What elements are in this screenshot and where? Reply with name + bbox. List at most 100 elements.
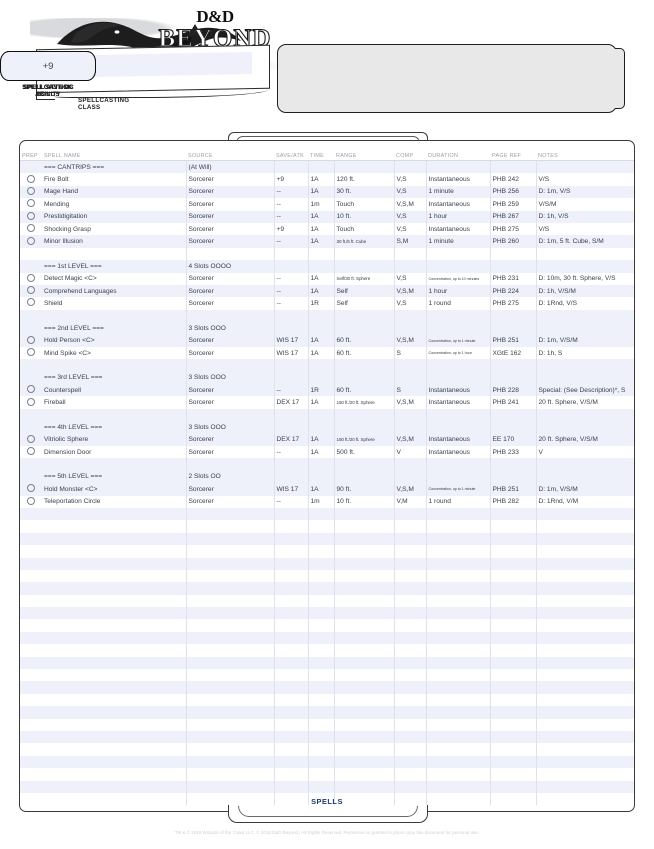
spell-row[interactable]: Counterspell Sorcerer -- 1R 60 ft. S Instantan… [20,384,634,397]
spell-empty-row[interactable] [20,755,634,769]
prep-checkbox-icon[interactable] [27,434,35,443]
save-cell [274,160,309,174]
spell-empty-row[interactable] [20,607,634,620]
empty-cell [42,557,187,570]
spell-row[interactable]: Prestidigitation Sorcerer -- 1A 10 ft. V,S 1 h… [20,210,634,223]
empty-cell [334,743,395,756]
prep-cell[interactable] [20,284,42,298]
spell-row[interactable]: Hold Person <C> Sorcerer WIS 17 1A 60 ft. V,S… [20,334,634,347]
notes-cell [536,160,634,174]
spell-empty-row[interactable] [20,706,634,719]
spell-row[interactable]: Fire Bolt Sorcerer +9 1A 120 ft. V,S Instantan… [20,173,634,186]
prep-checkbox-icon[interactable] [27,199,35,208]
spell-row[interactable]: Dimension Door Sorcerer -- 1A 500 ft. V Instan… [20,445,634,459]
spell-row[interactable]: Fireball Sorcerer DEX 17 1A 150 ft./20 ft. S… [20,396,634,409]
spell-empty-row[interactable] [20,730,634,744]
source-cell: Sorcerer [186,297,275,310]
spell-empty-row[interactable] [20,545,634,558]
prep-cell[interactable] [20,235,42,248]
empty-cell [186,706,275,719]
spell-row[interactable]: Shield Sorcerer -- 1R Self V,S 1 round PHB 275 D… [20,297,634,310]
spell-empty-row[interactable] [20,557,634,570]
spell-row[interactable]: Mind Spike <C> Sorcerer WIS 17 1A 60 ft. S Con… [20,346,634,360]
prep-cell[interactable] [20,396,42,408]
spell-row[interactable]: Minor Illusion Sorcerer -- 1A 30 ft./5 ft. C… [20,235,634,248]
spell-row[interactable]: Comprehend Languages Sorcerer -- 1A Self V,S,… [20,284,634,298]
prep-cell[interactable] [20,198,42,210]
time-cell: 1R [308,384,335,397]
spell-empty-row[interactable] [20,681,634,694]
spell-empty-row[interactable] [20,520,634,533]
prep-checkbox-icon[interactable] [27,496,35,505]
spell-empty-row[interactable] [20,619,634,632]
spell-attack-bonus-value[interactable]: +9 [0,51,96,81]
prep-checkbox-icon[interactable] [27,298,35,307]
prep-checkbox-icon[interactable] [27,236,35,245]
prep-checkbox-icon[interactable] [27,447,35,456]
spell-row[interactable]: Detect Magic <C> Sorcerer -- 1A Self/30 ft. … [20,272,634,285]
spell-row[interactable]: Mage Hand Sorcerer -- 1A 30 ft. V,S 1 minute PH… [20,185,634,199]
empty-cell [274,607,309,620]
prep-checkbox-icon[interactable] [27,273,35,282]
spell-empty-row[interactable] [20,718,634,731]
spell-section-row: === 3rd LEVEL === 3 Slots OOO [20,371,634,385]
time-cell [308,408,335,422]
spell-empty-row[interactable] [20,656,634,670]
spell-row[interactable]: Shocking Grasp Sorcerer +9 1A Touch V,S Instan… [20,222,634,236]
stat-spell-attack-bonus: +9 SPELL ATTACK BONUS [0,51,96,98]
source-cell: Sorcerer [186,198,275,211]
empty-cell [334,656,395,670]
spell-name-cell: Hold Monster <C> [42,483,187,496]
empty-cell [490,545,537,558]
prep-checkbox-icon[interactable] [27,174,35,183]
spell-empty-row[interactable] [20,780,634,793]
spell-empty-row[interactable] [20,631,634,645]
spell-empty-row[interactable] [20,507,634,521]
spell-empty-row[interactable] [20,693,634,707]
comp-cell: V,S [394,185,427,199]
prep-cell[interactable] [20,210,42,223]
duration-cell: 1 round [426,495,491,508]
prep-cell[interactable] [20,496,42,508]
prep-checkbox-icon[interactable] [27,335,35,344]
prep-checkbox-icon[interactable] [27,186,35,195]
prep-cell[interactable] [20,483,42,496]
spell-row[interactable]: Hold Monster <C> Sorcerer WIS 17 1A 90 ft. V,… [20,483,634,496]
spell-row[interactable]: Vitriolic Sphere Sorcerer DEX 17 1A 150 ft./… [20,433,634,446]
column-header-time: TIME [308,148,334,161]
prep-cell[interactable] [20,446,42,458]
spell-empty-row[interactable] [20,532,634,546]
prep-cell[interactable] [20,223,42,235]
spell-empty-row[interactable] [20,569,634,583]
prep-cell[interactable] [20,273,42,285]
prep-cell[interactable] [20,185,42,199]
prep-cell[interactable] [20,384,42,397]
comp-cell: V,S,M [394,198,427,211]
prep-cell[interactable] [20,347,42,359]
spell-empty-row[interactable] [20,669,634,682]
spell-row[interactable]: Mending Sorcerer -- 1m Touch V,S,M Instantaneo… [20,198,634,211]
empty-cell [334,706,395,719]
empty-cell [308,730,335,744]
prep-cell[interactable] [20,334,42,347]
page-cell [490,470,537,484]
prep-checkbox-icon[interactable] [27,385,35,394]
prep-cell[interactable] [20,173,42,185]
spell-empty-row[interactable] [20,594,634,608]
prep-checkbox-icon[interactable] [27,211,35,220]
prep-cell[interactable] [20,433,42,446]
spell-row[interactable]: Teleportation Circle Sorcerer -- 1m 10 ft. V,… [20,495,634,508]
prep-checkbox-icon[interactable] [27,348,35,357]
prep-checkbox-icon[interactable] [27,286,35,295]
prep-checkbox-icon[interactable] [27,224,35,233]
spell-empty-row[interactable] [20,743,634,756]
spell-table-head: PREP SPELL NAME SOURCE SAVE/ATK TIME RAN… [20,148,634,161]
duration-cell [426,160,491,174]
prep-cell[interactable] [20,297,42,309]
spell-empty-row[interactable] [20,582,634,595]
spell-empty-row[interactable] [20,644,634,657]
prep-checkbox-icon[interactable] [27,484,35,493]
prep-checkbox-icon[interactable] [27,397,35,406]
spell-empty-row[interactable] [20,768,634,781]
empty-cell [42,594,187,608]
